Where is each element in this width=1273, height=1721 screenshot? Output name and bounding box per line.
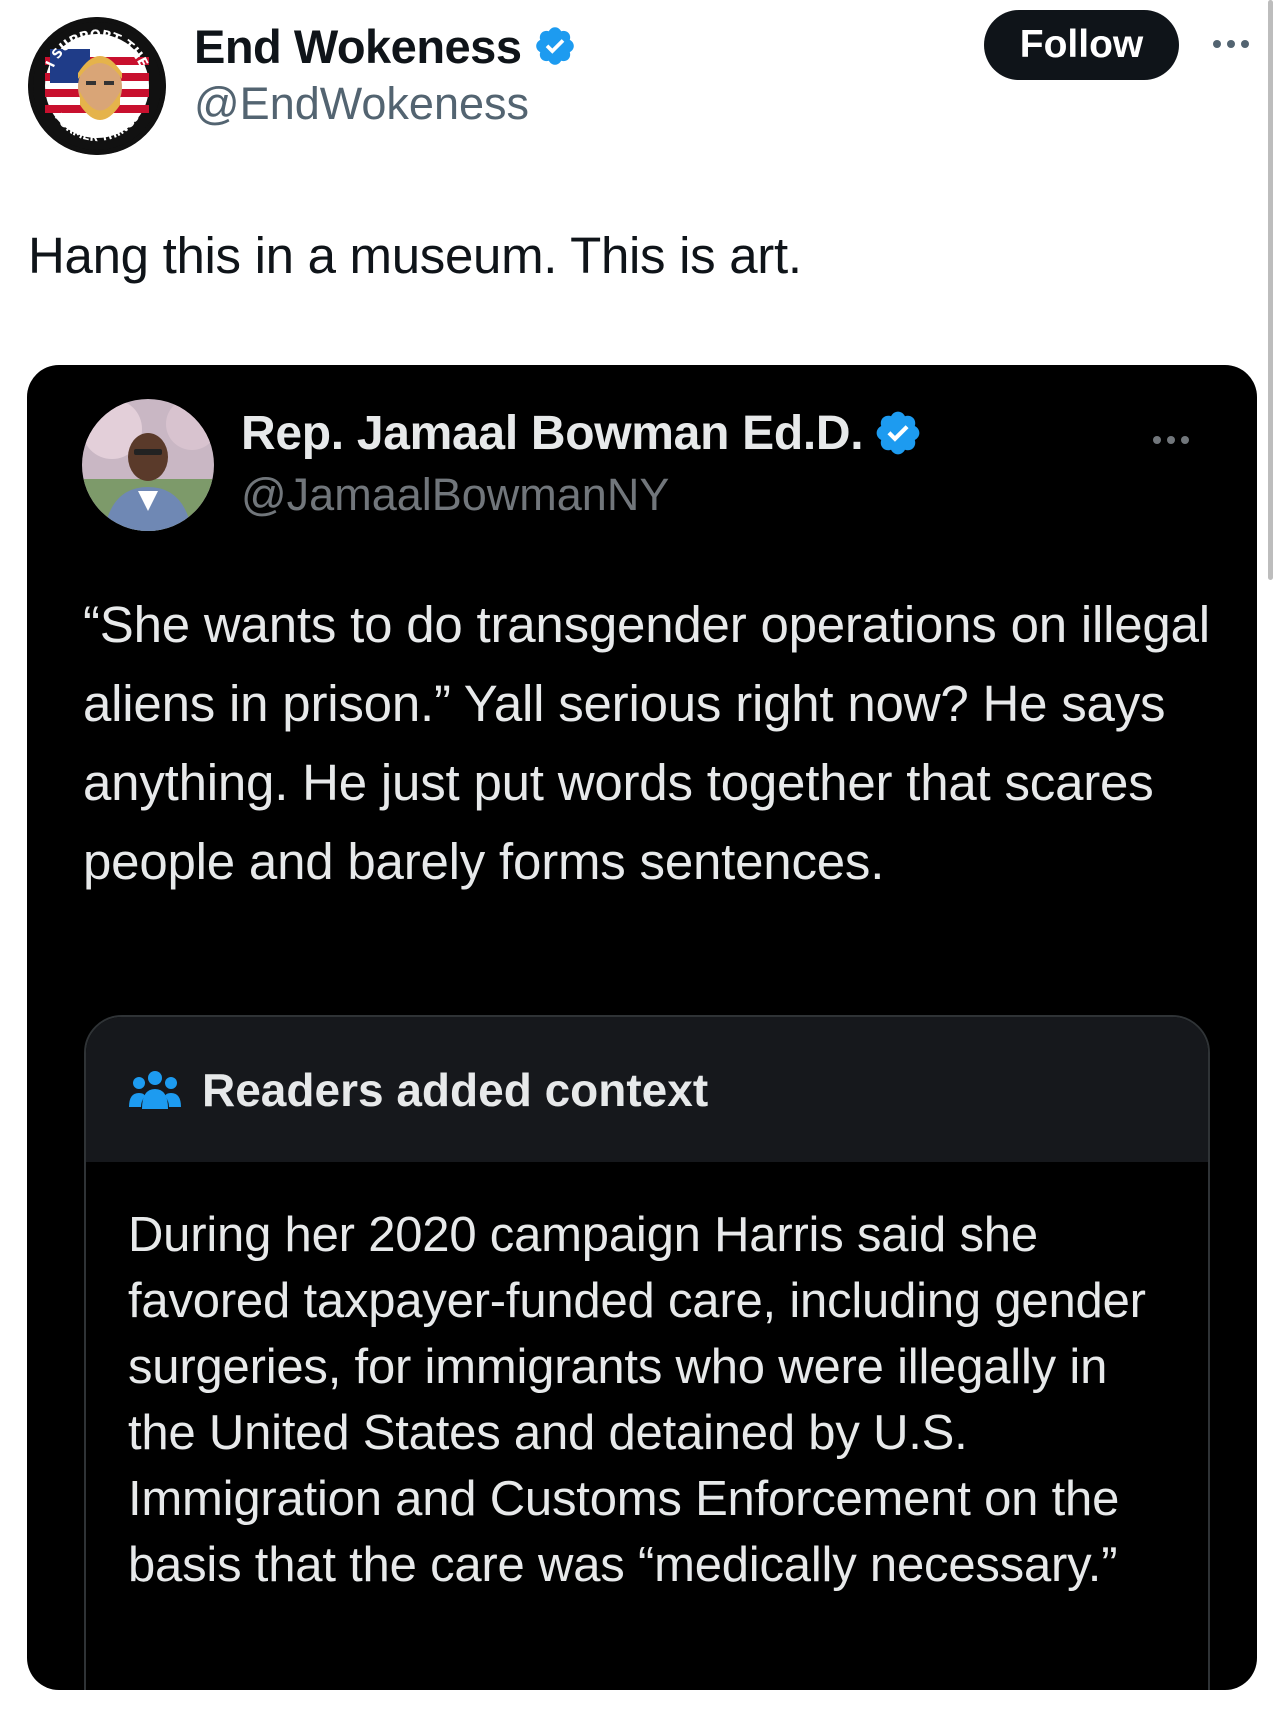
author-avatar[interactable]: I SUPPORT THE FORMER THINGS [28, 17, 166, 155]
flag-badge-avatar-icon: I SUPPORT THE FORMER THINGS [28, 17, 166, 155]
person-photo-icon [82, 399, 214, 531]
verified-badge-icon [876, 411, 920, 455]
page-scrollbar[interactable] [1268, 0, 1273, 580]
community-note-body: During her 2020 campaign Harris said she… [128, 1208, 1146, 1592]
follow-button[interactable]: Follow [984, 10, 1179, 80]
author-handle[interactable]: @EndWokeness [194, 78, 577, 130]
quoted-author-avatar [82, 399, 214, 531]
more-options-icon[interactable] [1207, 22, 1255, 70]
quoted-author-name: Rep. Jamaal Bowman Ed.D. [241, 406, 864, 460]
quoted-tweet-text: “She wants to do transgender operations … [83, 596, 1210, 890]
quoted-author-handle: @JamaalBowmanNY [241, 469, 670, 520]
community-note-title: Readers added context [202, 1063, 709, 1116]
community-note: Readers added context During her 2020 ca… [84, 1015, 1210, 1690]
verified-badge-icon [536, 27, 575, 65]
tweet-author[interactable]: End Wokeness @EndWokeness [194, 16, 577, 130]
people-icon [129, 1070, 181, 1109]
tweet-text: Hang this in a museum. This is art. [28, 227, 802, 284]
author-name[interactable]: End Wokeness [194, 19, 522, 74]
more-options-icon [1153, 436, 1189, 444]
quoted-screenshot[interactable]: Rep. Jamaal Bowman Ed.D. @JamaalBowmanNY… [27, 365, 1257, 1690]
community-note-header: Readers added context [86, 1017, 1208, 1162]
quoted-author: Rep. Jamaal Bowman Ed.D. @JamaalBowmanNY [241, 403, 923, 521]
